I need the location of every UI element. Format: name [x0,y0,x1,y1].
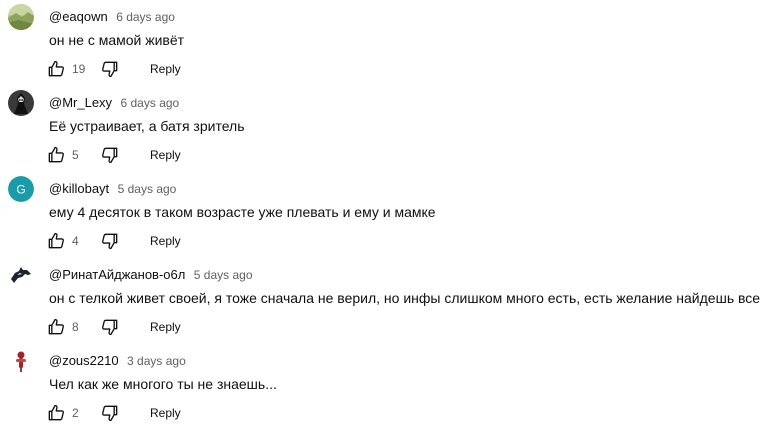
dislike-button[interactable] [96,313,124,341]
reply-button[interactable]: Reply [142,142,189,168]
comment-text: он не с мамой живёт [49,32,185,48]
dark-character-avatar-icon [8,90,34,116]
thumbs-up-icon [48,60,64,77]
like-count: 19 [72,62,86,76]
reply-button[interactable]: Reply [142,314,189,340]
dislike-button[interactable] [96,399,124,427]
reply-button[interactable]: Reply [142,56,189,82]
avatar[interactable] [8,348,34,374]
comment-actions: 2 Reply [42,397,189,427]
comment-header: @Mr_Lexy 6 days ago [49,95,179,111]
like-button[interactable] [42,227,70,255]
thumbs-down-icon [102,61,118,78]
comment-author[interactable]: @zous2210 [49,353,119,368]
comment-header: @eaqown 6 days ago [49,9,175,25]
comment-item: @Mr_Lexy 6 days ago Её устраивает, а бат… [0,86,778,172]
comment-header: @РинатАйджанов-о6л 5 days ago [49,267,253,283]
comment-item: @РинатАйджанов-о6л 5 days ago он с телко… [0,258,778,344]
comment-text: он с телкой живет своей, я тоже сначала … [49,290,761,306]
comment-item: @zous2210 3 days ago Чел как же многого … [0,344,778,427]
comment-timestamp[interactable]: 3 days ago [127,354,186,368]
like-count: 5 [72,148,79,162]
comment-author[interactable]: @killobayt [49,181,109,196]
like-button[interactable] [42,141,70,169]
comment-timestamp[interactable]: 6 days ago [121,96,180,110]
comment-timestamp[interactable]: 6 days ago [116,10,175,24]
thumbs-up-icon [48,318,64,335]
comment-actions: 8 Reply [42,311,189,343]
thumbs-up-icon [48,232,64,249]
like-button[interactable] [42,313,70,341]
comment-header: @killobayt 5 days ago [49,181,176,197]
comment-author[interactable]: @eaqown [49,9,108,24]
like-button[interactable] [42,399,70,427]
thumbs-up-icon [48,404,64,421]
avatar[interactable] [8,4,34,30]
like-count: 4 [72,234,79,248]
avatar[interactable] [8,262,34,288]
comment-text: Чел как же многого ты не знаешь... [49,376,277,392]
comment-text: ему 4 десяток в таком возрасте уже плева… [49,204,436,220]
reply-button[interactable]: Reply [142,228,189,254]
comment-actions: 19 Reply [42,53,189,85]
comment-text: Её устраивает, а батя зритель [49,118,245,134]
like-count: 8 [72,320,79,334]
small-character-avatar-icon [8,348,34,374]
comment-header: @zous2210 3 days ago [49,353,186,369]
comment-timestamp[interactable]: 5 days ago [118,182,177,196]
avatar[interactable]: G [8,176,34,202]
landscape-photo-avatar-icon [8,4,34,30]
avatar[interactable] [8,90,34,116]
comment-actions: 5 Reply [42,139,189,171]
comment-timestamp[interactable]: 5 days ago [194,268,253,282]
thumbs-up-icon [48,146,64,163]
horse-logo-avatar-icon [8,262,34,288]
like-count: 2 [72,406,79,420]
comment-actions: 4 Reply [42,225,189,257]
dislike-button[interactable] [96,55,124,83]
thumbs-down-icon [102,405,118,422]
thumbs-down-icon [102,147,118,164]
comment-author[interactable]: @Mr_Lexy [49,95,112,110]
like-button[interactable] [42,55,70,83]
reply-button[interactable]: Reply [142,400,189,426]
dislike-button[interactable] [96,141,124,169]
comment-item: G @killobayt 5 days ago ему 4 десяток в … [0,172,778,258]
avatar-letter: G [16,183,25,197]
thumbs-down-icon [102,233,118,250]
thumbs-down-icon [102,319,118,336]
comment-item: @eaqown 6 days ago он не с мамой живёт 1… [0,0,778,86]
dislike-button[interactable] [96,227,124,255]
comment-author[interactable]: @РинатАйджанов-о6л [49,267,185,282]
letter-avatar-icon: G [8,176,34,202]
comments-list: @eaqown 6 days ago он не с мамой живёт 1… [0,0,778,427]
